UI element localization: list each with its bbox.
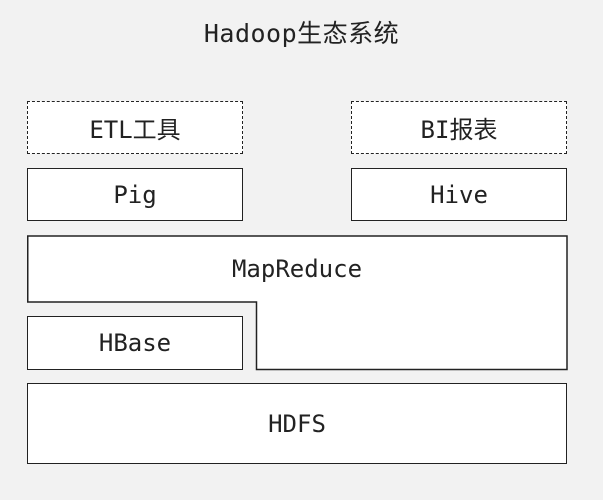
mapreduce-label: MapReduce — [231, 255, 363, 283]
hdfs-label: HDFS — [268, 409, 326, 438]
hbase-label: HBase — [98, 329, 172, 357]
hbase-box: HBase — [27, 316, 243, 370]
mapreduce-box: MapReduce — [27, 236, 567, 302]
hdfs-box: HDFS — [27, 383, 567, 464]
